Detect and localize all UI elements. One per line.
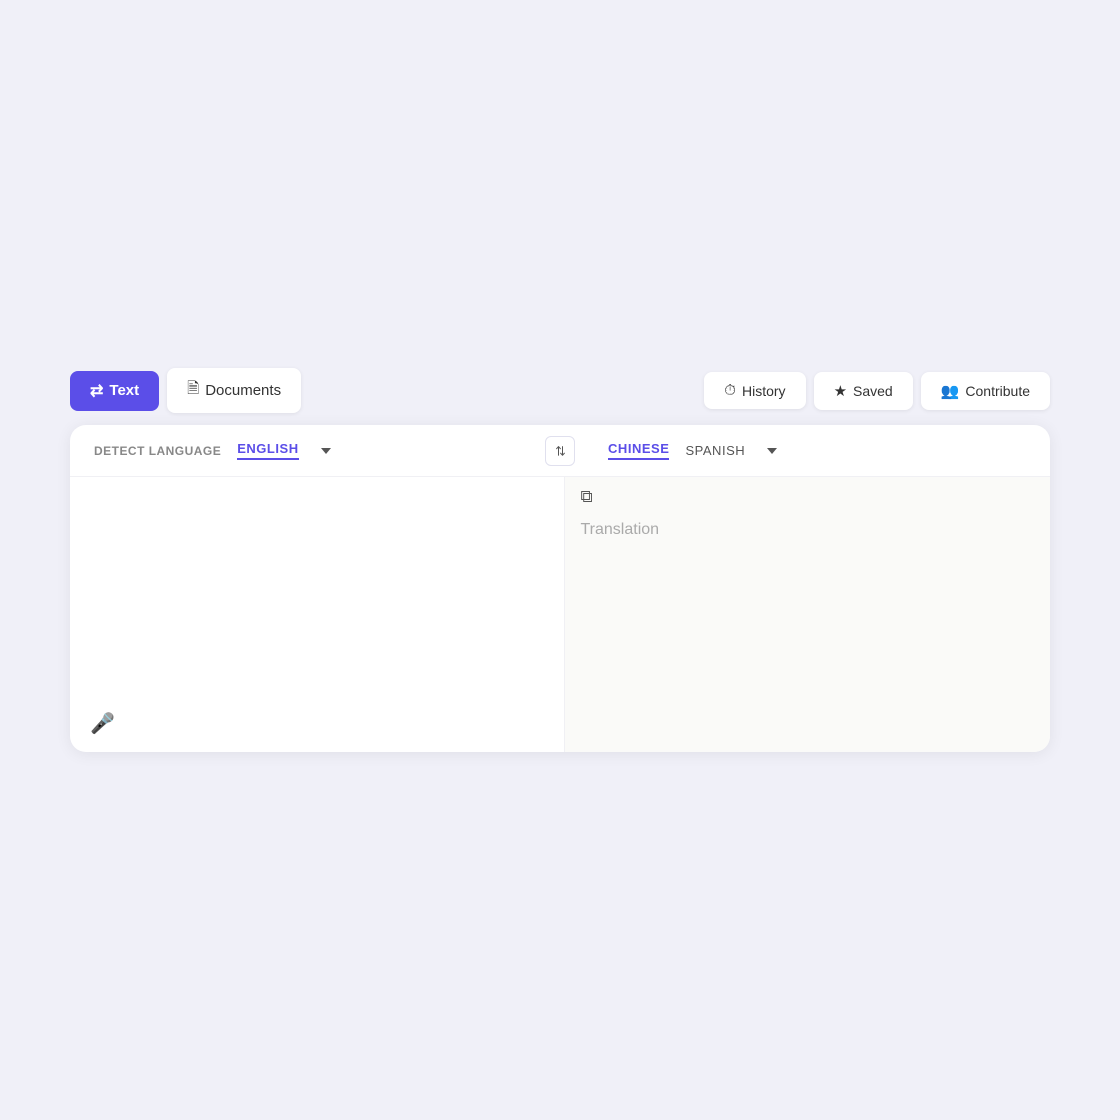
copy-icon: ⧉: [581, 487, 593, 507]
saved-label: Saved: [853, 383, 893, 399]
mic-icon: 🎤: [90, 711, 115, 736]
document-icon: 🗎: [187, 378, 199, 403]
copy-translation-button[interactable]: ⧉: [581, 487, 593, 507]
people-icon: 👥: [941, 382, 960, 400]
saved-button[interactable]: ★ Saved: [814, 372, 913, 410]
source-text-input[interactable]: [94, 497, 540, 697]
main-card: ⇄ Text 🗎 Documents ⏱ History ★ Saved: [70, 368, 1050, 752]
source-lang-english[interactable]: ENGLISH: [237, 441, 298, 460]
text-tab-button[interactable]: ⇄ Text: [70, 371, 159, 411]
contribute-label: Contribute: [965, 383, 1030, 399]
history-icon: ⏱: [724, 382, 736, 399]
text-tab-label: Text: [109, 382, 139, 399]
documents-tab-label: Documents: [205, 382, 281, 399]
contribute-button[interactable]: 👥 Contribute: [921, 372, 1050, 410]
language-bar: DETECT LANGUAGE ENGLISH ⇄ CHINESE SPANIS…: [70, 425, 1050, 477]
swap-icon: ⇄: [552, 445, 568, 456]
source-lang-selector: DETECT LANGUAGE ENGLISH: [70, 425, 536, 476]
target-lang-spanish[interactable]: SPANISH: [685, 443, 745, 458]
microphone-button[interactable]: 🎤: [90, 711, 115, 736]
history-label: History: [742, 383, 786, 399]
detect-language-button[interactable]: DETECT LANGUAGE: [94, 444, 221, 458]
swap-wrapper: ⇄: [536, 436, 584, 466]
text-areas: 🎤 ⧉ Translation: [70, 477, 1050, 752]
translation-panel: DETECT LANGUAGE ENGLISH ⇄ CHINESE SPANIS…: [70, 425, 1050, 752]
toolbar: ⇄ Text 🗎 Documents ⏱ History ★ Saved: [70, 368, 1050, 413]
app-container: ⇄ Text 🗎 Documents ⏱ History ★ Saved: [40, 80, 1080, 1040]
star-icon: ★: [834, 382, 847, 400]
chevron-down-icon: [321, 448, 331, 454]
translate-icon: ⇄: [90, 381, 103, 401]
documents-tab-button[interactable]: 🗎 Documents: [167, 368, 301, 413]
target-lang-selector: CHINESE SPANISH: [584, 425, 1050, 476]
toolbar-right: ⏱ History ★ Saved 👥 Contribute: [704, 372, 1050, 410]
chevron-down-icon: [767, 448, 777, 454]
translation-output-area: ⧉ Translation: [565, 477, 1051, 752]
source-lang-dropdown[interactable]: [315, 448, 335, 454]
source-text-area: 🎤: [70, 477, 565, 752]
target-lang-chinese[interactable]: CHINESE: [608, 441, 669, 460]
translation-output-text: Translation: [581, 521, 1027, 539]
toolbar-left: ⇄ Text 🗎 Documents: [70, 368, 301, 413]
target-lang-dropdown[interactable]: [761, 448, 781, 454]
history-button[interactable]: ⏱ History: [704, 372, 805, 409]
swap-languages-button[interactable]: ⇄: [545, 436, 575, 466]
